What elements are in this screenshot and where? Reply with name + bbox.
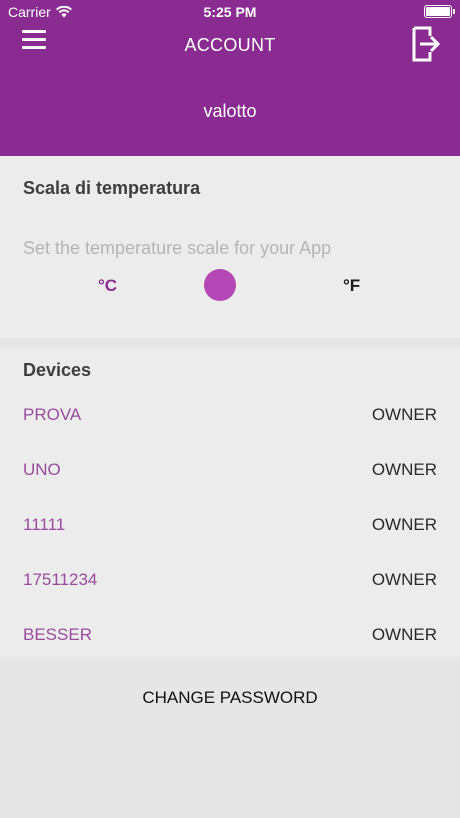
logout-icon xyxy=(412,26,441,62)
devices-card: Devices PROVA OWNER UNO OWNER 11111 OWNE… xyxy=(0,347,460,657)
devices-section-title: Devices xyxy=(23,360,92,380)
temperature-scale-toggle[interactable] xyxy=(204,269,236,301)
device-role: OWNER xyxy=(371,405,437,424)
temperature-scale-card: Scala di temperatura Set the temperature… xyxy=(0,156,460,338)
username-label: valotto xyxy=(203,101,257,121)
temperature-description: Set the temperature scale for your App xyxy=(23,238,332,258)
device-role: OWNER xyxy=(371,625,437,644)
status-time: 5:25 PM xyxy=(203,4,257,20)
temperature-section-title: Scala di temperatura xyxy=(23,178,201,198)
device-row[interactable]: UNO OWNER xyxy=(0,460,460,515)
logout-button[interactable] xyxy=(412,26,441,62)
fahrenheit-label[interactable]: °F xyxy=(343,276,360,296)
change-password-button[interactable]: CHANGE PASSWORD xyxy=(0,688,460,708)
device-row[interactable]: PROVA OWNER xyxy=(0,405,460,460)
app-header: Carrier 5:25 PM ACCOUNT valotto xyxy=(0,0,460,156)
device-row[interactable]: 11111 OWNER xyxy=(0,515,460,570)
device-role: OWNER xyxy=(371,460,437,479)
status-bar: Carrier 5:25 PM xyxy=(0,0,460,24)
device-role: OWNER xyxy=(371,570,437,589)
page-title: ACCOUNT xyxy=(184,35,276,55)
device-name: PROVA xyxy=(23,405,82,424)
battery-icon xyxy=(424,5,455,18)
device-name: 17511234 xyxy=(23,570,98,589)
device-row[interactable]: 17511234 OWNER xyxy=(0,570,460,625)
device-row[interactable]: BESSER OWNER xyxy=(0,625,460,680)
device-name: BESSER xyxy=(23,625,92,644)
device-name: 11111 xyxy=(23,515,66,534)
device-role: OWNER xyxy=(371,515,437,534)
celsius-label[interactable]: °C xyxy=(98,276,117,296)
device-name: UNO xyxy=(23,460,61,479)
